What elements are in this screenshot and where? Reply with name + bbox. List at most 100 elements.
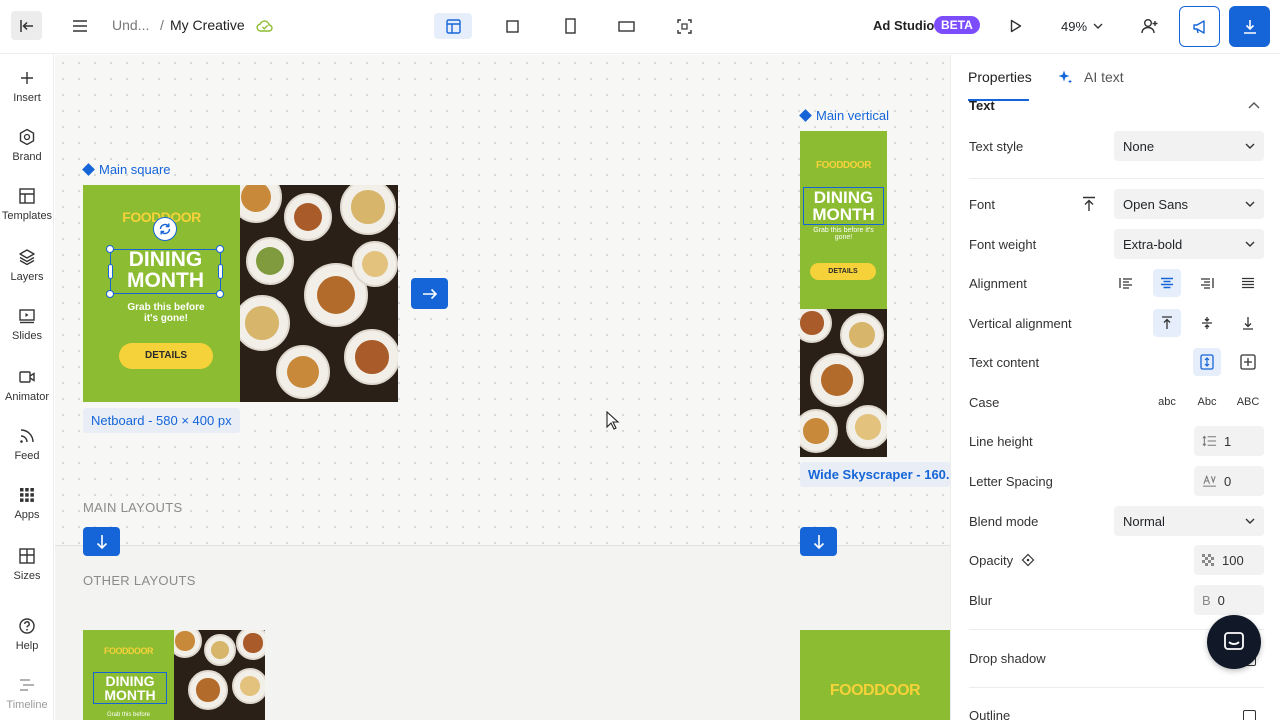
line-height-field[interactable]	[1194, 426, 1264, 456]
download-button[interactable]	[1229, 6, 1270, 47]
layout-thumbnail[interactable]: FOODDOOR DINING MONTH Grab this before	[83, 630, 265, 720]
food-plate	[236, 630, 265, 660]
outline-checkbox[interactable]	[1243, 710, 1256, 720]
opacity-field[interactable]	[1194, 545, 1264, 575]
feed-icon	[20, 429, 34, 443]
other-layouts-title: OTHER LAYOUTS	[83, 573, 196, 588]
rail-feed[interactable]: Feed	[0, 427, 54, 477]
main-vertical-artboard[interactable]: FOODDOOR DINING MONTH Grab this before i…	[800, 131, 887, 457]
rail-insert[interactable]: Insert	[0, 69, 54, 119]
keyframe-diamond-icon[interactable]	[1021, 553, 1035, 567]
tab-ai-text[interactable]: AI text	[1084, 69, 1124, 85]
letter-spacing-field[interactable]	[1194, 466, 1264, 496]
opacity-input[interactable]	[1222, 552, 1262, 568]
blur-input[interactable]	[1217, 592, 1258, 608]
document-title[interactable]: My Creative	[170, 17, 245, 33]
add-user-icon	[1141, 19, 1158, 34]
collapse-back-button[interactable]	[11, 11, 42, 40]
design-canvas[interactable]: Main square FOODDOOR DINING MONTH Grab t…	[55, 55, 950, 720]
ad-food-photo[interactable]	[240, 185, 398, 402]
chat-icon	[1224, 632, 1244, 650]
share-add-user-button[interactable]	[1136, 13, 1164, 39]
line-height-input[interactable]	[1224, 433, 1264, 449]
selection-box[interactable]	[110, 249, 221, 294]
rail-brand[interactable]: Brand	[0, 128, 54, 178]
menu-button[interactable]	[66, 11, 94, 40]
case-title-button[interactable]: Abc	[1190, 391, 1224, 413]
rail-sizes[interactable]: Sizes	[0, 547, 54, 597]
rail-layers[interactable]: Layers	[0, 248, 54, 298]
case-upper-button[interactable]: ABC	[1231, 391, 1265, 413]
layout-thumbnail-wide[interactable]: FOODDOOR	[800, 630, 950, 720]
blur-field[interactable]: B	[1194, 585, 1264, 615]
align-justify-button[interactable]	[1234, 269, 1262, 297]
upload-font-icon[interactable]	[1082, 196, 1096, 212]
ad-cta-button[interactable]: DETAILS	[119, 343, 213, 369]
rail-apps[interactable]: Apps	[0, 486, 54, 536]
ad-studio-label[interactable]: Ad Studio	[873, 18, 934, 33]
publish-campaign-button[interactable]	[1179, 6, 1220, 47]
rail-label: Sizes	[13, 570, 41, 582]
add-layout-right-button[interactable]	[411, 278, 448, 309]
breadcrumb-parent[interactable]: Und...	[112, 17, 149, 33]
ad-headline[interactable]: DINING MONTH	[803, 187, 884, 225]
rail-templates[interactable]: Templates	[0, 187, 54, 237]
valign-top-button[interactable]	[1153, 309, 1181, 337]
support-chat-button[interactable]	[1207, 615, 1261, 669]
auto-height-button[interactable]	[1193, 348, 1221, 376]
ad-logo: FOODDOOR	[829, 682, 921, 699]
rotate-handle[interactable]	[153, 217, 177, 241]
resize-handle[interactable]	[216, 245, 224, 253]
rail-animator[interactable]: Animator	[0, 368, 54, 418]
add-layout-down-button[interactable]	[83, 527, 120, 556]
ad-subtext[interactable]: Grab this before it's gone!	[800, 227, 887, 241]
horizontal-format-button[interactable]	[612, 13, 640, 39]
fit-screen-button[interactable]	[670, 13, 698, 39]
blend-mode-dropdown[interactable]: Normal	[1114, 506, 1264, 536]
align-left-button[interactable]	[1112, 269, 1140, 297]
align-right-button[interactable]	[1193, 269, 1221, 297]
rail-help[interactable]: Help	[0, 617, 54, 667]
align-center-button[interactable]	[1153, 269, 1181, 297]
ad-cta-button[interactable]: DETAILS	[810, 263, 876, 280]
netboard-size-tag[interactable]: Netboard - 580 × 400 px	[83, 408, 240, 433]
ad-food-photo[interactable]	[800, 309, 887, 457]
tab-properties[interactable]: Properties	[968, 69, 1032, 85]
drop-shadow-label: Drop shadow	[969, 651, 1046, 666]
preview-play-button[interactable]	[1002, 13, 1030, 39]
valign-bottom-button[interactable]	[1234, 309, 1262, 337]
font-weight-dropdown[interactable]: Extra-bold	[1114, 229, 1264, 259]
ad-subtext[interactable]: Grab this before it's gone!	[83, 302, 249, 324]
main-square-label[interactable]: Main square	[82, 162, 171, 177]
resize-side-handle[interactable]	[218, 264, 223, 279]
main-vertical-label[interactable]: Main vertical	[799, 108, 889, 123]
ad-green-panel[interactable]: FOODDOOR DINING MONTH Grab this before i…	[800, 131, 887, 309]
ad-logo[interactable]: FOODDOOR	[800, 160, 887, 171]
add-layout-down-button-vertical[interactable]	[800, 527, 837, 556]
zoom-dropdown[interactable]: 49%	[1054, 13, 1110, 39]
collapse-chevron-up-icon[interactable]	[1248, 101, 1260, 109]
main-square-artboard[interactable]: FOODDOOR DINING MONTH Grab this before i…	[83, 185, 398, 402]
letter-spacing-input[interactable]	[1224, 473, 1264, 489]
resize-side-handle[interactable]	[108, 264, 113, 279]
resize-handle[interactable]	[216, 290, 224, 298]
food-plate	[352, 241, 398, 287]
rail-timeline[interactable]: Timeline	[0, 676, 54, 720]
rail-slides[interactable]: Slides	[0, 307, 54, 357]
arrow-right-icon	[422, 288, 437, 299]
case-lower-button[interactable]: abc	[1150, 391, 1184, 413]
resize-handle[interactable]	[106, 290, 114, 298]
top-bar: Und... / My Creative Ad Studio BETA 49%	[0, 0, 1280, 54]
square-format-button[interactable]	[498, 13, 526, 39]
resize-handle[interactable]	[106, 245, 114, 253]
valign-middle-button[interactable]	[1193, 309, 1221, 337]
food-plate	[240, 185, 282, 223]
vertical-format-button[interactable]	[556, 13, 584, 39]
skyscraper-size-tag[interactable]: Wide Skyscraper - 160...	[800, 462, 950, 487]
outline-label: Outline	[969, 708, 1011, 720]
fixed-size-button[interactable]	[1234, 348, 1262, 376]
layouts-view-button[interactable]	[434, 13, 472, 39]
font-dropdown[interactable]: Open Sans	[1114, 189, 1264, 219]
text-style-dropdown[interactable]: None	[1114, 131, 1264, 161]
help-icon	[19, 618, 35, 634]
